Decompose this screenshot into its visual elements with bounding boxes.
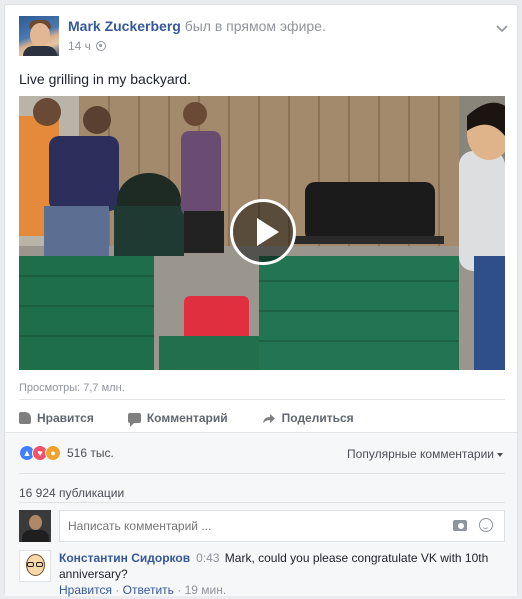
comment-composer <box>19 510 505 542</box>
emoji-icon[interactable] <box>479 518 493 532</box>
comment-button[interactable]: Комментарий <box>127 411 228 427</box>
play-icon[interactable] <box>230 199 296 265</box>
view-count: Просмотры: 7,7 млн. <box>19 382 125 394</box>
post-meta: 14 ч <box>68 39 106 53</box>
comment-input[interactable] <box>59 510 505 542</box>
post-time[interactable]: 14 ч <box>68 39 91 53</box>
thumbs-up-icon <box>19 412 31 424</box>
author-avatar[interactable] <box>19 16 59 56</box>
globe-icon <box>95 41 106 51</box>
chevron-down-icon[interactable] <box>495 21 509 35</box>
comment-item: Константин Сидорков 0:43 Mark, could you … <box>19 550 505 597</box>
share-label: Поделиться <box>281 411 354 425</box>
divider <box>19 473 505 474</box>
comment-like-link[interactable]: Нравится <box>59 583 112 597</box>
comments-section: ▲ ♥ ● 516 тыс. Популярные комментарии 16… <box>5 432 517 597</box>
commenter-avatar[interactable] <box>19 550 51 582</box>
like-label: Нравится <box>37 411 94 425</box>
viewer-avatar <box>19 510 51 542</box>
reactions-summary[interactable]: ▲ ♥ ● 516 тыс. <box>19 445 114 461</box>
author-name[interactable]: Mark Zuckerberg <box>68 18 181 34</box>
comment-actions: Нравится · Ответить · 19 мин. <box>59 583 226 597</box>
author-line: Mark Zuckerberg был в прямом эфире. <box>68 18 326 34</box>
sort-label: Популярные комментарии <box>347 447 494 461</box>
caret-down-icon <box>497 452 503 457</box>
separator: · <box>177 583 182 597</box>
comment-timestamp[interactable]: 19 мин. <box>185 583 227 597</box>
angry-reaction-icon: ● <box>45 445 61 461</box>
separator: · <box>115 583 120 597</box>
comment-video-time[interactable]: 0:43 <box>196 551 219 565</box>
comment-sort-dropdown[interactable]: Популярные комментарии <box>347 447 503 461</box>
camera-icon[interactable] <box>453 520 467 531</box>
share-button[interactable]: Поделиться <box>262 411 354 425</box>
share-arrow-icon <box>262 414 275 423</box>
like-button[interactable]: Нравится <box>19 411 94 425</box>
divider <box>19 399 505 400</box>
divider <box>19 502 505 503</box>
post-header: Mark Zuckerberg был в прямом эфире. 14 ч <box>19 16 509 60</box>
action-bar: Нравится Комментарий Поделиться <box>19 404 505 432</box>
post-action-text: был в прямом эфире. <box>184 18 326 34</box>
comment-label: Комментарий <box>146 411 228 425</box>
reaction-count: 516 тыс. <box>67 446 114 460</box>
comment-body: Константин Сидорков 0:43 Mark, could you … <box>59 550 505 582</box>
share-count[interactable]: 16 924 публикации <box>19 486 124 500</box>
video-player[interactable] <box>19 96 505 370</box>
post-card: Mark Zuckerberg был в прямом эфире. 14 ч… <box>4 4 518 597</box>
comment-reply-link[interactable]: Ответить <box>123 583 174 597</box>
post-text: Live grilling in my backyard. <box>19 71 191 87</box>
commenter-name[interactable]: Константин Сидорков <box>59 551 190 565</box>
comment-bubble-icon <box>127 413 141 427</box>
